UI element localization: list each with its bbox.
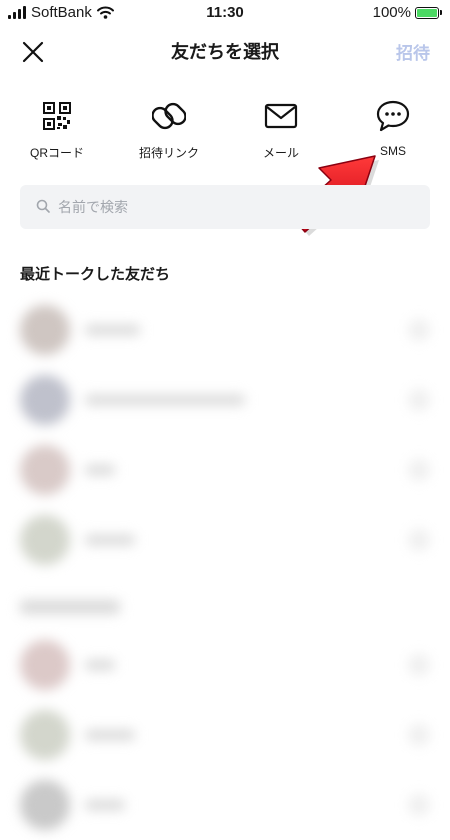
list-item-name <box>85 730 135 740</box>
avatar <box>20 780 70 830</box>
avatar <box>20 515 70 565</box>
share-option-sms[interactable]: SMS <box>343 98 443 158</box>
link-icon <box>152 102 186 130</box>
battery-tip <box>440 10 442 15</box>
share-option-invite-link[interactable]: 招待リンク <box>119 98 219 161</box>
list-item[interactable] <box>0 630 450 700</box>
status-bar: SoftBank 11:30 100% <box>0 0 450 26</box>
mail-icon <box>264 103 298 129</box>
section-heading-blurred <box>20 600 120 614</box>
chat-bubble-icon <box>376 100 410 132</box>
avatar <box>20 710 70 760</box>
list-item[interactable] <box>0 435 450 505</box>
select-checkbox[interactable] <box>408 389 430 411</box>
select-checkbox[interactable] <box>408 319 430 341</box>
qr-code-icon <box>43 102 71 130</box>
list-item-name <box>85 465 115 475</box>
battery-percent: 100% <box>372 4 411 21</box>
avatar <box>20 305 70 355</box>
list-item-name <box>85 395 245 405</box>
avatar <box>20 640 70 690</box>
battery-icon <box>415 6 439 19</box>
list-item[interactable] <box>0 505 450 575</box>
page-title: 友だちを選択 <box>171 42 279 63</box>
nav-header: 友だちを選択 招待 <box>0 28 450 74</box>
share-option-label: 招待リンク <box>138 146 199 160</box>
list-item-name <box>85 535 135 545</box>
list-item[interactable] <box>0 365 450 435</box>
share-option-qr[interactable]: QRコード <box>7 98 107 161</box>
list-item[interactable] <box>0 295 450 365</box>
select-checkbox[interactable] <box>408 724 430 746</box>
battery-group: 100% <box>373 4 442 21</box>
list-item[interactable] <box>0 770 450 840</box>
friend-list <box>0 290 450 830</box>
select-checkbox[interactable] <box>408 794 430 816</box>
share-option-label: QRコード <box>29 146 84 160</box>
list-item-name <box>85 660 115 670</box>
list-item[interactable] <box>0 700 450 770</box>
select-checkbox[interactable] <box>408 529 430 551</box>
search-icon <box>36 199 50 213</box>
avatar <box>20 445 70 495</box>
avatar <box>20 375 70 425</box>
list-item-name <box>85 325 140 335</box>
select-checkbox[interactable] <box>408 654 430 676</box>
search-field[interactable] <box>20 185 430 229</box>
select-checkbox[interactable] <box>408 459 430 481</box>
search-input[interactable] <box>56 195 400 221</box>
invite-button[interactable]: 招待 <box>396 39 430 64</box>
section-heading-recent: 最近トークした友だち <box>20 265 171 283</box>
list-item-name <box>85 800 125 810</box>
